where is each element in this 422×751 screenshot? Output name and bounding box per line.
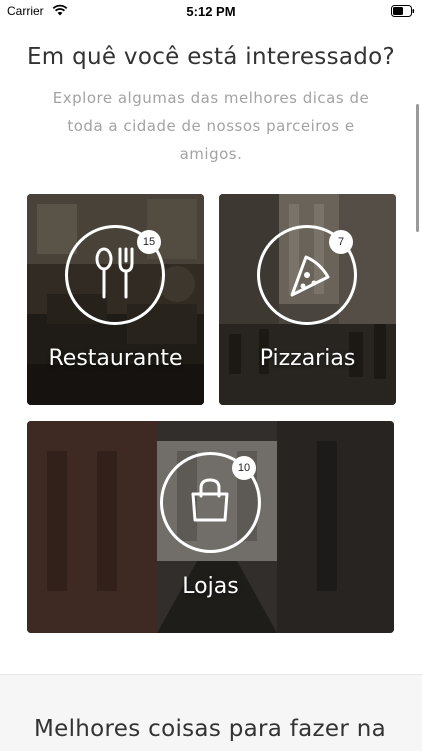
category-label: Pizzarias xyxy=(259,346,356,371)
clock-time: 5:12 PM xyxy=(186,4,236,19)
category-label: Restaurante xyxy=(48,346,183,371)
page-subtitle: Explore algumas das melhores dicas de to… xyxy=(52,89,370,163)
page-title: Em quê você está interessado? xyxy=(26,44,396,70)
pizza-slice-icon xyxy=(290,255,330,297)
fork-spoon-icon xyxy=(95,247,134,299)
count-badge: 10 xyxy=(232,456,256,480)
category-tile-pizzarias[interactable]: 7 Pizzarias xyxy=(219,194,396,405)
battery-icon xyxy=(391,5,415,17)
shopping-bag-icon xyxy=(191,478,229,522)
category-label: Lojas xyxy=(182,574,239,599)
category-tile-lojas[interactable]: 10 Lojas xyxy=(27,421,394,633)
scroll-indicator[interactable] xyxy=(416,104,419,232)
count-badge: 7 xyxy=(329,230,353,254)
count-badge: 15 xyxy=(137,230,161,254)
section-title: Melhores coisas para fazer na xyxy=(34,716,387,742)
status-bar: Carrier 5:12 PM xyxy=(0,0,422,24)
category-tile-restaurante[interactable]: 15 Restaurante xyxy=(27,194,204,405)
